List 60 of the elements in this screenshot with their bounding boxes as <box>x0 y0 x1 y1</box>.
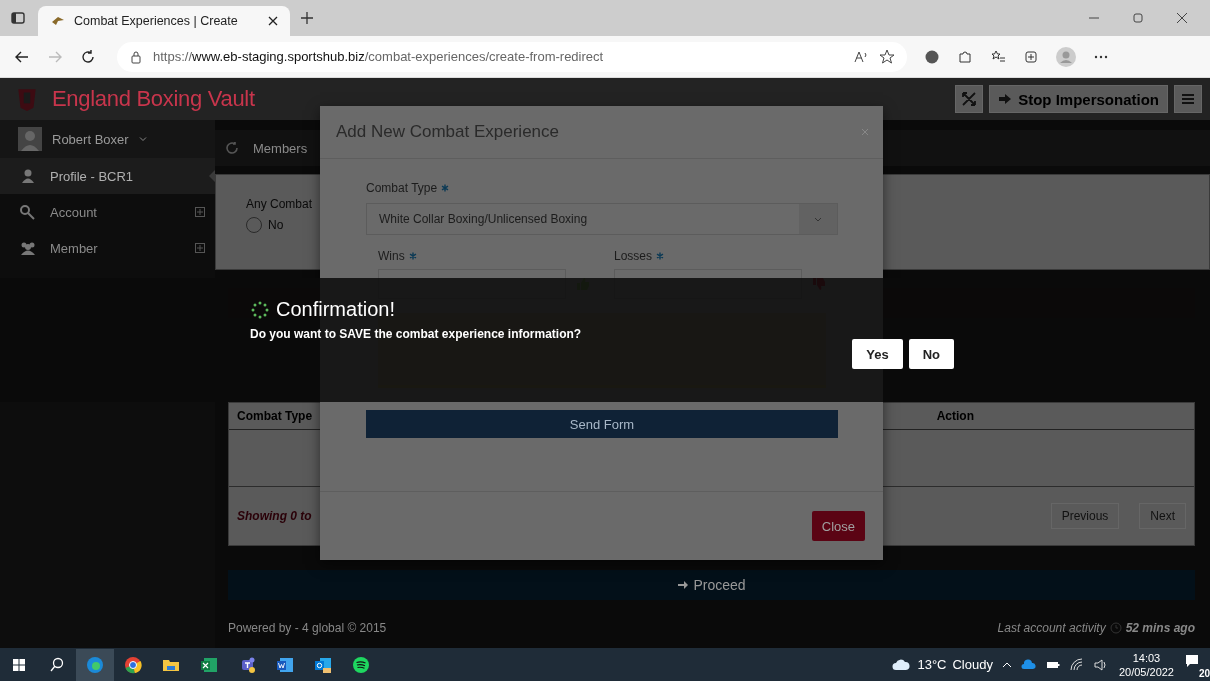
address-bar[interactable]: https://www.eb-staging.sportshub.biz/combat-experiences/create-from-redirect <box>117 41 907 72</box>
confirmation-message: Do you want to SAVE the combat experience information? <box>250 327 583 341</box>
expand-icon[interactable] <box>195 207 205 217</box>
sidebar-item[interactable]: Account <box>0 194 215 230</box>
user-icon <box>20 168 36 184</box>
arrow-right-icon <box>677 579 690 591</box>
loading-spinner-icon <box>250 299 270 320</box>
required-asterisk-icon <box>656 252 665 260</box>
refresh-icon[interactable] <box>80 48 96 65</box>
people-icon <box>20 240 36 256</box>
avatar-icon[interactable] <box>1056 46 1076 67</box>
confirmation-title: Confirmation! <box>276 298 395 321</box>
weather-text[interactable]: Cloudy <box>952 657 993 672</box>
field-label: Losses <box>614 249 653 263</box>
clock-icon <box>1109 622 1122 634</box>
wifi-icon[interactable] <box>1068 656 1085 673</box>
send-form-button[interactable]: Send Form <box>366 410 838 438</box>
favorites-icon[interactable] <box>990 48 1006 65</box>
close-icon[interactable] <box>1176 12 1188 24</box>
close-button[interactable]: Close <box>811 511 865 541</box>
expand-arrows-icon <box>962 92 977 106</box>
field-label: Wins <box>378 249 405 263</box>
lock-icon <box>129 49 143 64</box>
extension-icon[interactable] <box>924 48 940 65</box>
menu-icon <box>1181 92 1195 106</box>
collections-icon[interactable] <box>1023 48 1039 65</box>
required-asterisk-icon <box>408 252 417 260</box>
confirm-option-button[interactable]: Yes <box>852 339 903 369</box>
edge-browser-icon[interactable] <box>76 648 114 681</box>
question-label: Any Combat <box>246 197 314 211</box>
tab-actions-icon[interactable] <box>10 10 26 26</box>
footer-text: Powered by - 4 global © 2015 <box>228 621 387 635</box>
confirm-option-button[interactable]: No <box>908 339 954 369</box>
field-label: Combat Type <box>366 181 438 195</box>
proceed-button[interactable]: Proceed <box>228 570 1195 600</box>
fullscreen-button[interactable] <box>955 85 984 113</box>
close-icon[interactable] <box>268 16 278 26</box>
browser-tab[interactable]: Combat Experiences | Create <box>38 6 290 36</box>
restore-icon[interactable] <box>1132 12 1144 24</box>
new-tab-icon[interactable] <box>300 11 314 25</box>
app-title: England Boxing Vault <box>52 86 255 112</box>
expand-icon[interactable] <box>195 243 205 253</box>
speech-bubble-icon <box>1184 652 1200 669</box>
caret-icon <box>138 135 147 143</box>
avatar-icon <box>18 127 42 151</box>
required-asterisk-icon <box>441 184 450 192</box>
last-activity-time: 52 mins ago <box>1125 621 1195 635</box>
last-activity-label: Last account activity <box>997 621 1106 635</box>
sign-out-icon <box>998 92 1013 106</box>
menu-button[interactable] <box>1174 85 1202 113</box>
clock[interactable]: 14:03 20/05/2022 <box>1118 650 1174 679</box>
table-info: Showing 0 to <box>237 509 312 523</box>
speaker-icon[interactable] <box>1092 656 1109 673</box>
user-menu[interactable]: Robert Boxer <box>0 120 215 158</box>
breadcrumb-link[interactable]: Members <box>253 140 308 156</box>
sidebar-item[interactable]: Profile - BCR1 <box>0 158 215 194</box>
modal-title: Add New Combat Experience <box>336 122 559 142</box>
sidebar-item[interactable]: Member <box>0 230 215 266</box>
favorite-star-icon[interactable] <box>879 48 895 65</box>
temperature-text[interactable]: 13°C <box>917 657 947 672</box>
